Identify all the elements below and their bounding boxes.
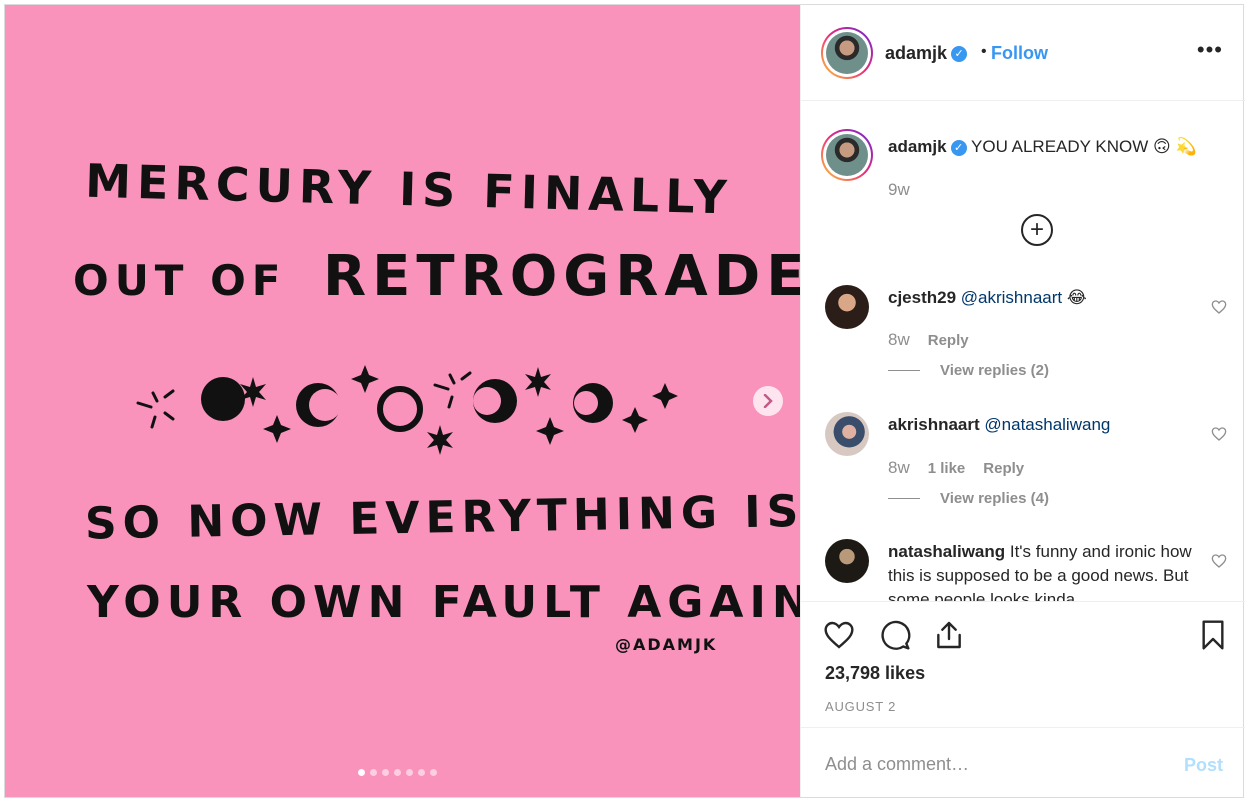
art-line-3: SO NOW EVERYTHING IS bbox=[84, 486, 800, 550]
comment-meta: 8w Reply bbox=[888, 330, 969, 350]
reply-button[interactable]: Reply bbox=[983, 460, 1024, 477]
comment-likes[interactable]: 1 like bbox=[928, 460, 966, 477]
more-options-icon[interactable]: ••• bbox=[1197, 37, 1223, 63]
art-line-2b: RETROGRADE bbox=[323, 244, 800, 309]
carousel-dot bbox=[430, 769, 437, 776]
caption-avatar[interactable] bbox=[821, 129, 873, 181]
post-sidebar: adamjk ✓ • Follow ••• adamjk ✓ YOU ALREADY… bbox=[800, 5, 1245, 797]
post-dialog: MERCURY IS FINALLY OUT OF RETROGRADE SO … bbox=[4, 4, 1245, 798]
share-icon[interactable] bbox=[933, 619, 965, 651]
carousel-dot bbox=[394, 769, 401, 776]
next-image-button[interactable] bbox=[753, 386, 783, 416]
art-line-4: YOUR OWN FAULT AGAIN bbox=[86, 577, 800, 628]
comment-bubble-icon[interactable] bbox=[879, 619, 911, 651]
comment-meta: 8w 1 like Reply bbox=[888, 458, 1024, 478]
comment-text: natashaliwang It's funny and ironic how … bbox=[888, 542, 1192, 602]
comment-username[interactable]: cjesth29 bbox=[888, 288, 956, 307]
caption-username[interactable]: adamjk bbox=[888, 137, 947, 156]
commenter-avatar[interactable] bbox=[825, 285, 869, 329]
carousel-dot bbox=[370, 769, 377, 776]
post-artwork: MERCURY IS FINALLY OUT OF RETROGRADE SO … bbox=[73, 154, 800, 654]
post-comment-button[interactable]: Post bbox=[1184, 755, 1223, 776]
commenter-avatar[interactable] bbox=[825, 539, 869, 583]
caption-time: 9w bbox=[888, 180, 910, 199]
carousel-indicator bbox=[358, 769, 437, 776]
carousel-dot bbox=[406, 769, 413, 776]
comment-username[interactable]: akrishnaart bbox=[888, 415, 980, 434]
likes-count[interactable]: 23,798 likes bbox=[825, 663, 925, 684]
comment-mention[interactable]: @natashaliwang bbox=[984, 415, 1110, 434]
carousel-dot bbox=[418, 769, 425, 776]
art-line-2a: OUT OF bbox=[73, 256, 286, 305]
like-comment-heart-icon[interactable] bbox=[1211, 299, 1227, 315]
add-comment-bar: Post bbox=[801, 729, 1245, 797]
author-avatar[interactable] bbox=[821, 27, 873, 79]
verified-icon: ✓ bbox=[950, 139, 967, 156]
art-line-1: MERCURY IS FINALLY bbox=[85, 154, 734, 225]
comment-time: 8w bbox=[888, 330, 910, 349]
commenter-avatar[interactable] bbox=[825, 412, 869, 456]
author-username[interactable]: adamjk ✓ bbox=[885, 43, 968, 64]
carousel-dot bbox=[358, 769, 365, 776]
comment-text: cjesth29 @akrishnaart 😂 bbox=[888, 288, 1087, 307]
view-replies-button[interactable]: View replies (2) bbox=[888, 362, 1049, 379]
like-comment-heart-icon[interactable] bbox=[1211, 553, 1227, 569]
post-header: adamjk ✓ • Follow ••• bbox=[801, 5, 1245, 101]
verified-icon: ✓ bbox=[951, 46, 968, 63]
header-separator: • bbox=[981, 43, 987, 60]
bookmark-icon[interactable] bbox=[1197, 619, 1229, 651]
view-replies-button[interactable]: View replies (4) bbox=[888, 490, 1049, 507]
like-heart-icon[interactable] bbox=[823, 619, 855, 651]
reply-button[interactable]: Reply bbox=[928, 332, 969, 349]
moon-phases-doodle bbox=[136, 365, 678, 455]
post-image[interactable]: MERCURY IS FINALLY OUT OF RETROGRADE SO … bbox=[5, 5, 800, 797]
add-comment-input[interactable] bbox=[825, 751, 1155, 777]
art-signature: @ADAMJK bbox=[615, 635, 717, 654]
comment-text: akrishnaart @natashaliwang bbox=[888, 413, 1208, 437]
comment-time: 8w bbox=[888, 458, 910, 477]
post-date: AUGUST 2 bbox=[825, 699, 897, 714]
comment-mention[interactable]: @akrishnaart bbox=[961, 288, 1062, 307]
like-comment-heart-icon[interactable] bbox=[1211, 426, 1227, 442]
post-actions: 23,798 likes AUGUST 2 bbox=[801, 603, 1245, 728]
carousel-dot bbox=[382, 769, 389, 776]
comments-list[interactable]: adamjk ✓ YOU ALREADY KNOW 🙃 💫 9w + cjesth… bbox=[801, 102, 1245, 602]
load-more-comments-button[interactable]: + bbox=[1021, 214, 1053, 246]
caption-meta: 9w bbox=[888, 180, 910, 200]
follow-button[interactable]: Follow bbox=[991, 43, 1048, 64]
chevron-right-icon bbox=[763, 394, 773, 408]
caption-text: adamjk ✓ YOU ALREADY KNOW 🙃 💫 bbox=[888, 137, 1197, 156]
comment-username[interactable]: natashaliwang bbox=[888, 542, 1005, 561]
